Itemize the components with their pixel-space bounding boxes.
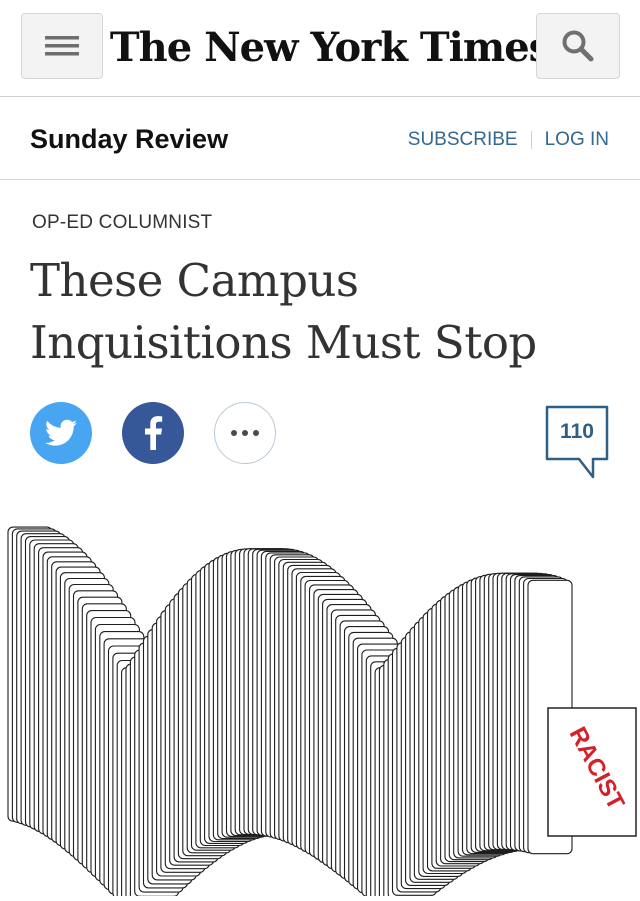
search-icon [562, 30, 594, 62]
share-more-button[interactable] [214, 402, 276, 464]
share-twitter-button[interactable] [30, 402, 92, 464]
section-bar: Sunday Review SUBSCRIBE LOG IN [0, 97, 640, 180]
more-options-icon [231, 430, 259, 436]
section-title[interactable]: Sunday Review [30, 124, 228, 155]
account-links: SUBSCRIBE LOG IN [408, 129, 609, 151]
twitter-icon [45, 419, 77, 446]
share-facebook-button[interactable] [122, 402, 184, 464]
nyt-logo[interactable]: The New York Times [110, 14, 551, 80]
article-headline: These Campus Inquisitions Must Stop [30, 250, 590, 374]
login-link[interactable]: LOG IN [545, 129, 609, 151]
link-divider [530, 131, 532, 149]
headline-line-2: Inquisitions Must Stop [30, 316, 537, 369]
facebook-icon [145, 416, 163, 450]
card-wave-illustration: RACIST [7, 526, 637, 901]
search-button[interactable] [536, 13, 620, 79]
article-kicker: OP-ED COLUMNIST [32, 212, 213, 233]
comment-count: 110 [560, 420, 594, 443]
masthead: The New York Times [0, 0, 640, 97]
headline-line-1: These Campus [30, 254, 359, 307]
menu-button[interactable] [21, 13, 103, 79]
article-illustration: RACIST [0, 500, 640, 901]
hamburger-menu-icon [45, 36, 79, 56]
comments-button[interactable]: 110 [545, 405, 609, 480]
subscribe-link[interactable]: SUBSCRIBE [408, 129, 518, 151]
